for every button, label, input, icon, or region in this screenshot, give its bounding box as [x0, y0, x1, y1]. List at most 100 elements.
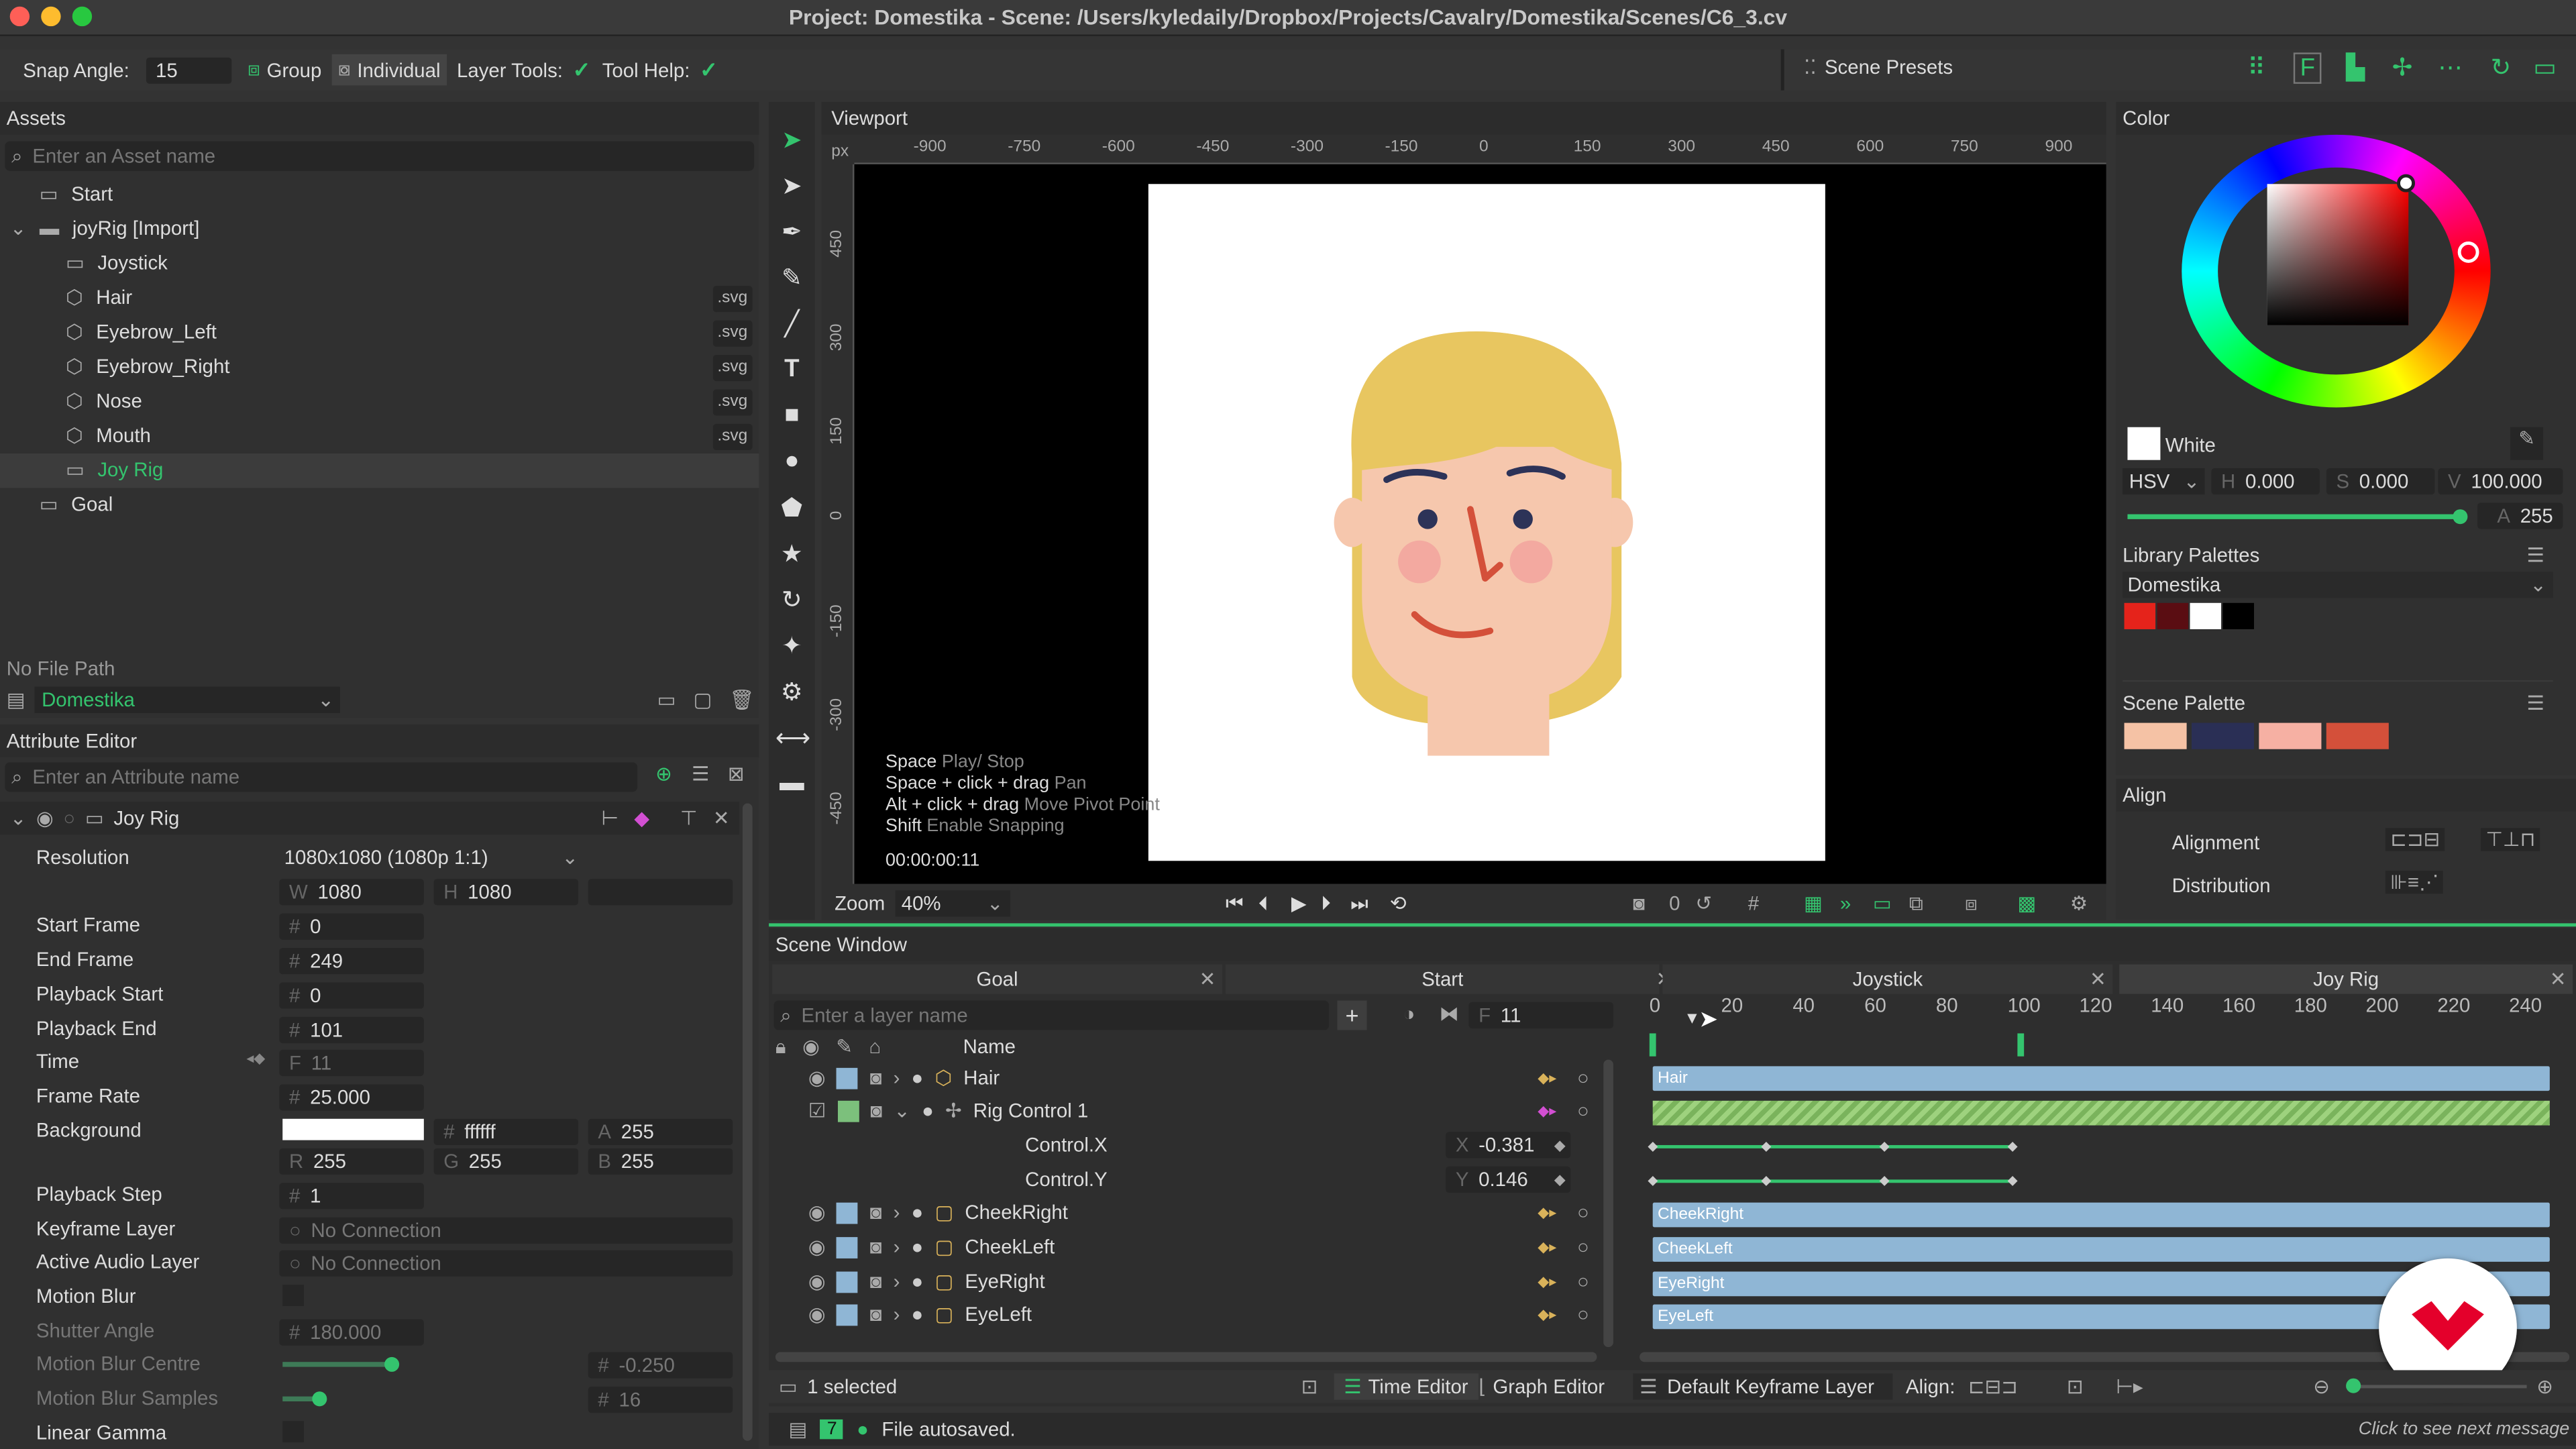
solo-dot-icon[interactable]: ● — [922, 1094, 934, 1127]
menu-icon[interactable]: ☰ — [2527, 544, 2544, 567]
clear-icon[interactable]: ⊠ — [728, 762, 745, 785]
eye-icon[interactable]: ◉ — [808, 1265, 826, 1298]
checker-icon[interactable]: ▩ — [2017, 892, 2036, 915]
bg-g-field[interactable]: G 255 — [433, 1148, 579, 1175]
canvas-area[interactable]: Space Play/ Stop Space + click + drag Pa… — [854, 164, 2106, 884]
skip-end-icon[interactable]: ⏭ — [1350, 892, 1368, 916]
layer-row[interactable]: ◉ ◙ › ● ▢ CheekLeft ◆▸ ○ — [772, 1230, 1613, 1263]
onion-skin-icon[interactable]: ◑ — [1403, 1002, 1415, 1025]
skip-start-icon[interactable]: ⏮ — [1226, 892, 1243, 916]
asset-item[interactable]: ⬡ Eyebrow_Left .svg — [0, 315, 759, 350]
layer-color-swatch[interactable] — [837, 1236, 859, 1258]
control-y-keyframes[interactable]: ◆ ◆ ◆ ◆ — [1648, 1173, 2017, 1188]
start-frame-field[interactable]: #0 — [279, 913, 424, 940]
time-field[interactable]: F 11 — [279, 1049, 424, 1077]
close-icon[interactable]: ✕ — [2090, 967, 2106, 990]
mb-centre-field[interactable]: # -0.250 — [588, 1352, 733, 1379]
layer-color-swatch[interactable] — [837, 1201, 859, 1224]
saturation-field[interactable]: S 0.000 — [2326, 468, 2435, 495]
alpha-field[interactable]: A 255 — [2477, 502, 2563, 529]
keyframe-layer-select[interactable]: ☰ Default Keyframe Layer — [1633, 1373, 1893, 1400]
align-top-icon[interactable]: ⊤⊥⊓ — [2480, 828, 2540, 851]
marker-icon[interactable]: ⊢▸ — [2116, 1375, 2143, 1398]
check-icon[interactable]: ☑ — [808, 1094, 826, 1127]
height-field[interactable]: H 1080 — [433, 879, 579, 906]
layer-list-scrollbar[interactable] — [1603, 1059, 1613, 1348]
asset-item[interactable]: ▭ Joystick — [0, 246, 759, 280]
control-x-keyframes[interactable]: ◆ ◆ ◆ ◆ — [1648, 1138, 2017, 1153]
camera-icon[interactable]: ◙ — [870, 1298, 882, 1331]
direct-select-tool-icon[interactable]: ➤ — [775, 171, 808, 204]
keyframe-icon[interactable]: ◆ — [1554, 1163, 1566, 1196]
circle-icon[interactable]: ○ — [1577, 1061, 1589, 1094]
play-icon[interactable]: ▶ — [1291, 892, 1307, 915]
layer-row[interactable]: ☑ ◙ ⌄ ● ✢ Rig Control 1 ◆▸ ○ — [772, 1094, 1613, 1127]
align-buttons-icon[interactable]: ⊏⊟⊐ — [1968, 1375, 2018, 1398]
resize-tool-icon[interactable]: ⟷ — [775, 723, 811, 756]
asset-item[interactable]: ⌄ ▬ joyRig [Import] — [0, 212, 759, 246]
trash-icon[interactable]: 🗑 — [729, 688, 754, 711]
color-mode-select[interactable]: HSV ⌄ — [2123, 468, 2205, 495]
chevron-down-icon[interactable]: ⌄ — [10, 212, 27, 246]
palette-swatch[interactable] — [2259, 722, 2322, 749]
rectangle-tool-icon[interactable]: ■ — [775, 401, 808, 434]
filter-icon[interactable]: ⧓ — [1439, 1002, 1458, 1025]
gear-icon[interactable]: ⚙ — [775, 677, 808, 710]
status-hint[interactable]: Click to see next message — [2359, 1419, 2569, 1439]
solo-dot-icon[interactable]: ● — [912, 1061, 924, 1094]
monitor-icon[interactable]: ▭ — [1873, 892, 1892, 915]
timeline-bar[interactable]: CheekRight — [1652, 1202, 2550, 1228]
slider-handle[interactable] — [2346, 1378, 2361, 1393]
circle-icon[interactable]: ○ — [1577, 1298, 1589, 1331]
motion-blur-centre-slider[interactable] — [282, 1356, 400, 1372]
playback-step-field[interactable]: #1 — [279, 1183, 424, 1210]
motion-blur-checkbox[interactable] — [282, 1285, 305, 1306]
step-forward-icon[interactable]: ⏵ — [1321, 892, 1331, 916]
distribute-icon[interactable]: ⊪≡⋰ — [2385, 870, 2444, 894]
chevron-right-icon[interactable]: › — [894, 1196, 900, 1229]
bg-hex-field[interactable]: # ffffff — [433, 1118, 579, 1145]
settings-gear-icon[interactable]: ⚙ — [2070, 892, 2088, 915]
layer-tools-checkbox[interactable]: ✓ — [573, 58, 592, 80]
circle-icon[interactable]: ○ — [1577, 1094, 1589, 1127]
rig-control-bar[interactable] — [1652, 1100, 2550, 1126]
attribute-row[interactable]: Control.Y Y 0.146 ◆ — [772, 1163, 1613, 1196]
layer-row[interactable]: ◉ ◙ › ● ⬡ Hair ◆▸ ○ — [772, 1061, 1613, 1094]
layer-color-swatch[interactable] — [837, 1099, 859, 1122]
line-tool-icon[interactable]: ╱ — [775, 309, 808, 341]
time-editor-button[interactable]: ☰ Time Editor — [1334, 1373, 1479, 1400]
camera-icon[interactable]: ◙ — [870, 1196, 882, 1229]
link-icon[interactable]: ⊢ — [601, 806, 619, 829]
camera-icon[interactable]: ◙ — [870, 1230, 882, 1263]
layers-icon[interactable]: ⧉ — [1909, 892, 1923, 916]
pen-icon[interactable]: ✎ — [836, 1035, 853, 1058]
layer-row[interactable]: ◉ ◙ › ● ▢ CheekRight ◆▸ ○ — [772, 1196, 1613, 1229]
distribute-icon[interactable]: ✢ — [2392, 52, 2413, 83]
solo-dot-icon[interactable]: ● — [912, 1230, 924, 1263]
chevron-right-icon[interactable]: › — [894, 1061, 900, 1094]
eye-icon[interactable]: ◉ — [802, 1035, 820, 1058]
folder-button[interactable]: ▭ — [657, 688, 676, 711]
select-tool-icon[interactable]: ➤ — [775, 125, 808, 158]
keyframe-icon[interactable]: ◆▸ — [1538, 1265, 1556, 1298]
palette-swatch[interactable] — [2191, 722, 2255, 749]
close-icon[interactable]: ✕ — [2550, 967, 2567, 990]
bounds-icon[interactable]: ⧈ — [1965, 892, 1978, 916]
asset-item[interactable]: ⬡ Eyebrow_Right .svg — [0, 350, 759, 384]
tab-goal[interactable]: Goal ✕ — [772, 964, 1223, 994]
keyframe-icon[interactable]: ◆▸ — [1538, 1094, 1556, 1127]
circle-icon[interactable]: ○ — [63, 806, 75, 829]
pencil-tool-icon[interactable]: ✎ — [775, 263, 808, 296]
align-bars-icon[interactable]: ▙ — [2346, 52, 2365, 83]
color-picker-handle[interactable] — [2397, 174, 2416, 193]
close-icon[interactable]: ✕ — [713, 806, 730, 829]
playback-range-start[interactable] — [1649, 1033, 1656, 1057]
bg-r-field[interactable]: R 255 — [279, 1148, 424, 1175]
artboard[interactable] — [1148, 184, 1825, 861]
layer-color-swatch[interactable] — [837, 1067, 859, 1089]
circle-icon[interactable]: ○ — [1577, 1265, 1589, 1298]
project-select[interactable]: Domestika ⌄ — [35, 686, 341, 713]
chevron-right-icon[interactable]: › — [894, 1230, 900, 1263]
graph-editor-button[interactable]: ⌊ Graph Editor — [1472, 1373, 1611, 1399]
keyframe-icon[interactable]: ◆▸ — [1538, 1230, 1556, 1263]
